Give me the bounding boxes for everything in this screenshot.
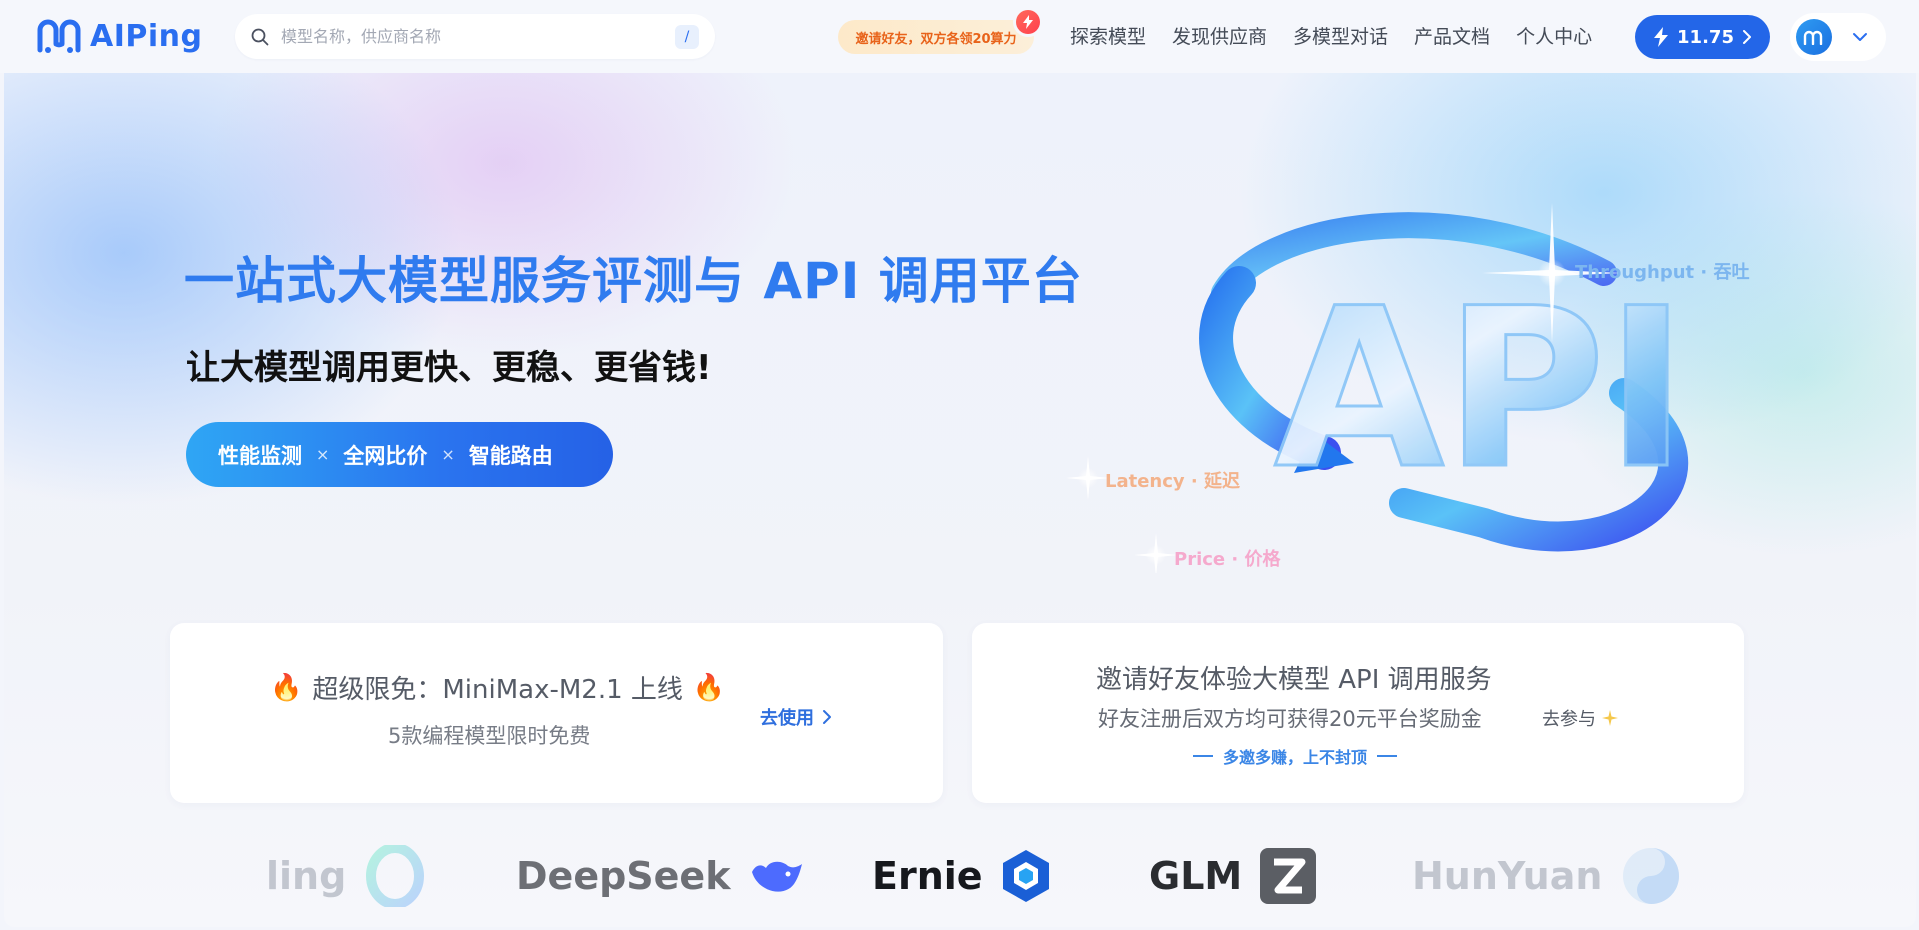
deepseek-whale-icon <box>752 861 803 892</box>
top-header: AIPing / 邀请好友，双方各领20算力 探索模型 发现供应商 多模型对话 … <box>0 0 1919 73</box>
avatar[interactable] <box>1796 19 1832 55</box>
brand-ernie: Ernie <box>872 844 1051 908</box>
zhipu-logo-icon <box>1260 848 1317 904</box>
api-ribbon-graphic: API <box>1066 203 1689 577</box>
invite-card[interactable]: 邀请好友体验大模型 API 调用服务 好友注册后双方均可获得20元平台奖励金 多… <box>972 623 1744 803</box>
feature-separator: × <box>316 445 330 464</box>
chevron-down-icon[interactable] <box>1852 32 1868 42</box>
feature-performance-monitoring: 性能监测 <box>218 443 302 468</box>
balance-button[interactable]: 11.75 <box>1635 15 1770 59</box>
feature-pill: 性能监测 × 全网比价 × 智能路由 <box>186 422 613 487</box>
invite-promo-badge[interactable]: 邀请好友，双方各领20算力 <box>838 10 1040 54</box>
nav-product-docs[interactable]: 产品文档 <box>1414 22 1490 52</box>
brand-glm: GLM <box>1149 844 1317 908</box>
feature-price-comparison: 全网比价 <box>343 443 428 468</box>
logo-icon <box>37 19 81 53</box>
search-shortcut-key: / <box>675 24 699 49</box>
app-logo[interactable]: AIPing <box>34 16 202 56</box>
use-now-link[interactable]: 去使用 <box>760 704 832 730</box>
free-promo-title: 超级限免：MiniMax-M2.1 上线 <box>312 675 683 705</box>
ernie-logo-icon <box>1002 850 1049 902</box>
latency-tag: Latency · 延迟 <box>1105 471 1241 492</box>
brand-hunyuan: HunYuan <box>1412 844 1682 908</box>
invite-slogan-text: 多邀多赚，上不封顶 <box>1223 748 1368 767</box>
sparkle-icon <box>1602 710 1618 726</box>
free-promo-subtitle: 5款编程模型限时免费 <box>388 724 591 748</box>
invite-title: 邀请好友体验大模型 API 调用服务 <box>1096 665 1492 695</box>
search-box[interactable]: / <box>235 14 715 59</box>
search-icon <box>251 28 269 45</box>
free-promo-title-row: 🔥 超级限免：MiniMax-M2.1 上线 🔥 <box>270 669 725 706</box>
free-promo-card[interactable]: 🔥 超级限免：MiniMax-M2.1 上线 🔥 5款编程模型限时免费 去使用 <box>170 623 943 803</box>
brand-hunyuan-name: HunYuan <box>1412 854 1603 898</box>
brand-ernie-name: Ernie <box>872 854 983 898</box>
chevron-right-icon <box>823 710 831 724</box>
nav-explore-models[interactable]: 探索模型 <box>1070 22 1146 52</box>
search-input[interactable] <box>281 27 675 46</box>
balance-value: 11.75 <box>1677 26 1734 48</box>
join-link[interactable]: 去参与 <box>1542 705 1618 731</box>
user-menu[interactable] <box>1790 13 1886 61</box>
nav-multi-model-chat[interactable]: 多模型对话 <box>1293 22 1388 52</box>
hero-title: 一站式大模型服务评测与 API 调用平台 <box>184 252 1083 310</box>
invite-subtitle: 好友注册后双方均可获得20元平台奖励金 <box>1098 707 1482 731</box>
dash-decoration <box>1377 755 1398 757</box>
join-label: 去参与 <box>1542 709 1596 730</box>
fire-icon: 🔥 <box>692 672 726 703</box>
brand-deepseek: DeepSeek <box>516 844 804 908</box>
chevron-right-icon <box>1742 30 1751 44</box>
feature-separator: × <box>441 445 455 464</box>
lightning-icon <box>1654 27 1669 47</box>
brand-ling: ling <box>266 844 426 908</box>
feature-smart-routing: 智能路由 <box>468 443 553 468</box>
nav-personal-center[interactable]: 个人中心 <box>1516 22 1592 52</box>
fire-icon: 🔥 <box>270 672 303 703</box>
brand-deepseek-name: DeepSeek <box>516 854 731 898</box>
hunyuan-logo-icon <box>1623 848 1680 904</box>
use-now-label: 去使用 <box>760 708 814 729</box>
bolt-icon <box>1016 10 1040 34</box>
hero-subtitle: 让大模型调用更快、更稳、更省钱! <box>186 348 712 388</box>
invite-slogan: 多邀多赚，上不封顶 <box>1193 744 1398 768</box>
brand-ling-name: ling <box>266 854 347 898</box>
nav-discover-providers[interactable]: 发现供应商 <box>1172 22 1267 52</box>
api-letters: API <box>1274 261 1687 517</box>
brand-glm-name: GLM <box>1149 854 1243 898</box>
price-tag: Price · 价格 <box>1174 549 1281 570</box>
dash-decoration <box>1193 755 1213 757</box>
avatar-logo-icon <box>1803 30 1823 45</box>
invite-promo-label: 邀请好友，双方各领20算力 <box>855 31 1017 47</box>
main-nav: 探索模型 发现供应商 多模型对话 产品文档 个人中心 <box>1070 22 1618 52</box>
api-illustration: API Throughput · 吞吐 Latency · 延迟 Price ·… <box>1064 153 1784 577</box>
main-panel: 一站式大模型服务评测与 API 调用平台 让大模型调用更快、更稳、更省钱! 性能… <box>4 73 1916 927</box>
ling-logo-icon <box>366 845 425 907</box>
logo-text: AIPing <box>90 18 203 54</box>
throughput-tag: Throughput · 吞吐 <box>1575 262 1750 283</box>
